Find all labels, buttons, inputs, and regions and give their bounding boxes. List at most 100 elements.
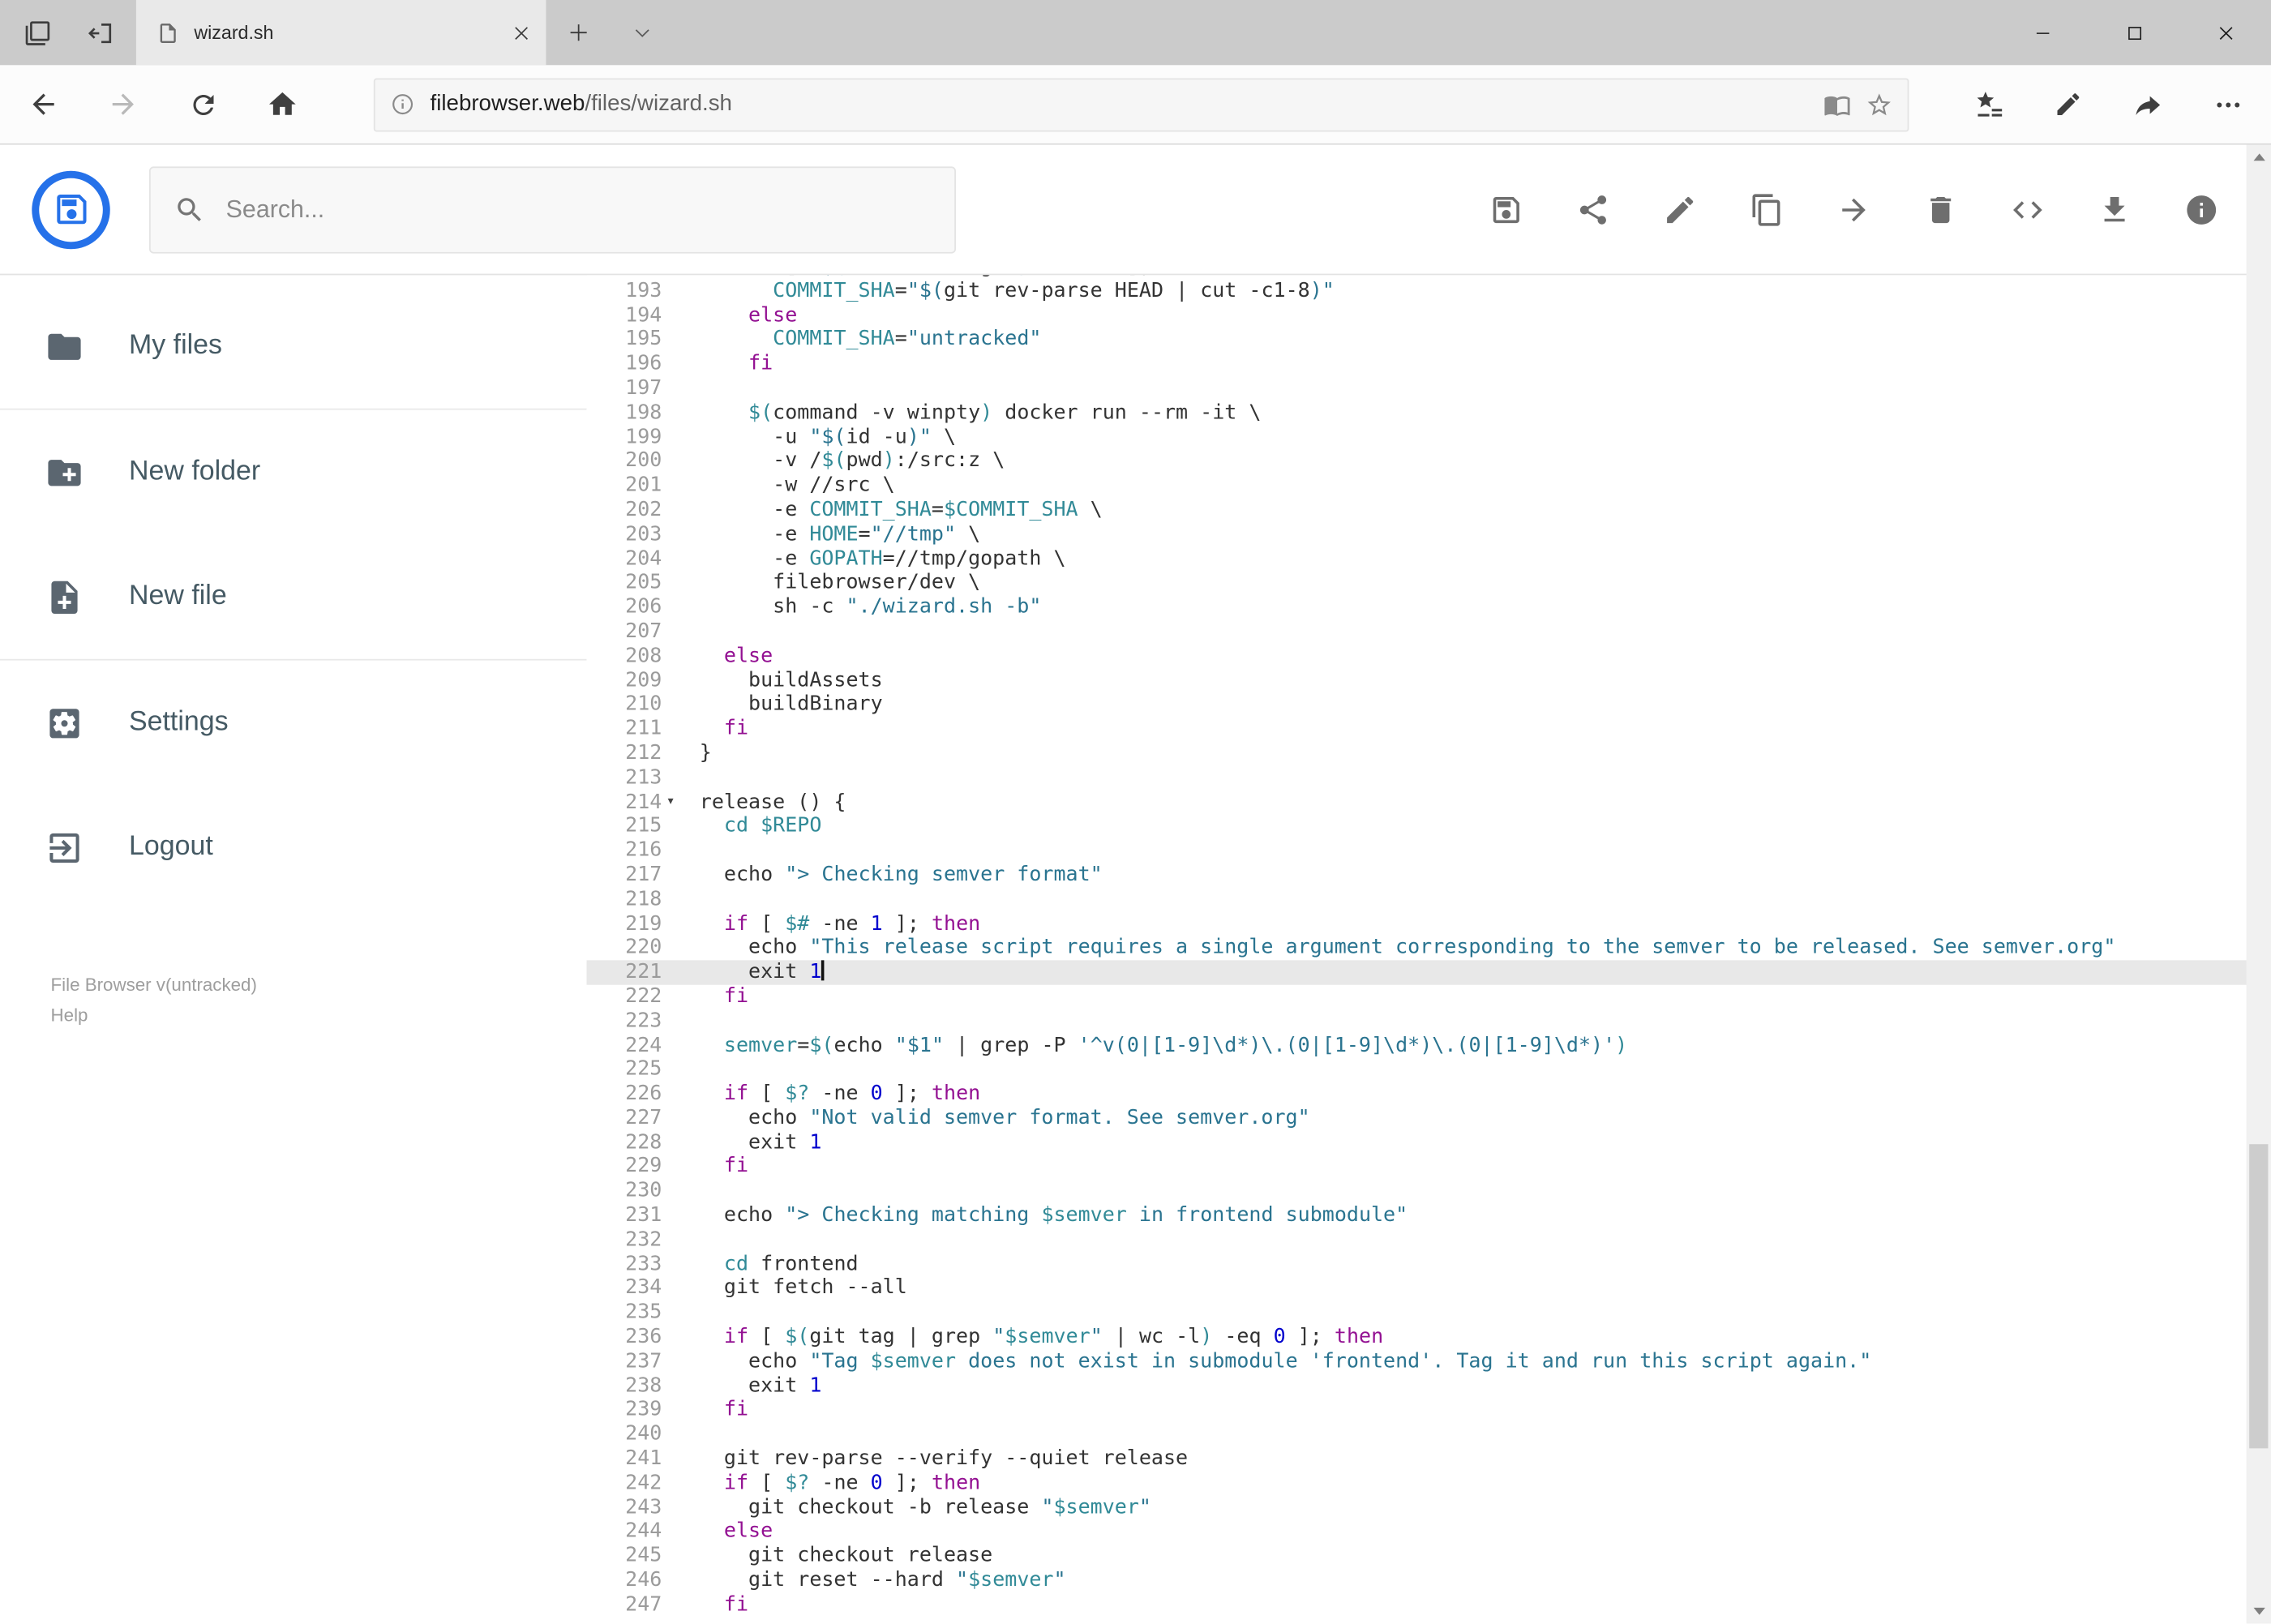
code-line[interactable]: 214 ▾ release () { <box>586 791 2271 815</box>
code-line[interactable]: 247 fi <box>586 1593 2271 1618</box>
help-link[interactable]: Help <box>51 1001 587 1031</box>
favorite-star-icon[interactable] <box>1866 91 1893 118</box>
code-line[interactable]: 234 git fetch --all <box>586 1277 2271 1301</box>
fold-arrow-icon[interactable]: ▾ <box>666 791 675 815</box>
delete-icon[interactable] <box>1908 176 1974 242</box>
code-line[interactable]: 236 if [ $(git tag | grep "$semver" | wc… <box>586 1326 2271 1350</box>
sidebar-item-new-file[interactable]: New file <box>0 534 586 659</box>
copy-icon[interactable] <box>1733 176 1800 242</box>
code-line[interactable]: 198 $(command -v winpty) docker run --rm… <box>586 401 2271 425</box>
code-line[interactable]: 203 -e HOME="//tmp" \ <box>586 522 2271 546</box>
home-icon[interactable] <box>251 72 315 136</box>
more-options-icon[interactable] <box>2196 72 2260 136</box>
code-line[interactable]: 226 if [ $? -ne 0 ]; then <box>586 1082 2271 1107</box>
tab-preview-icon[interactable] <box>6 0 70 65</box>
code-line[interactable]: 217 echo "> Checking semver format" <box>586 863 2271 888</box>
code-line[interactable]: 243 git checkout -b release "$semver" <box>586 1496 2271 1520</box>
code-line[interactable]: 228 exit 1 <box>586 1131 2271 1155</box>
scroll-up-icon[interactable] <box>2247 145 2271 169</box>
code-line[interactable]: 195 COMMIT_SHA="untracked" <box>586 328 2271 352</box>
code-line[interactable]: 232 <box>586 1228 2271 1253</box>
code-line[interactable]: 230 <box>586 1180 2271 1204</box>
scrollbar-thumb[interactable] <box>2249 1144 2269 1449</box>
address-bar[interactable]: filebrowser.web/files/wizard.sh <box>373 77 1909 131</box>
code-line[interactable]: 211 fi <box>586 717 2271 741</box>
code-line[interactable]: 212} <box>586 742 2271 766</box>
vertical-scrollbar[interactable] <box>2246 144 2271 1624</box>
sidebar-item-new-folder[interactable]: New folder <box>0 410 586 535</box>
tab-list-chevron-icon[interactable] <box>610 0 674 65</box>
forward-icon[interactable] <box>92 72 156 136</box>
code-line[interactable]: 202 -e COMMIT_SHA=$COMMIT_SHA \ <box>586 498 2271 522</box>
move-icon[interactable] <box>1820 176 1887 242</box>
url-text[interactable]: filebrowser.web/files/wizard.sh <box>431 92 1810 118</box>
code-line[interactable]: 222 fi <box>586 985 2271 1009</box>
site-info-icon[interactable] <box>390 92 416 118</box>
download-icon[interactable] <box>2081 176 2148 242</box>
search-box[interactable] <box>148 165 956 253</box>
code-line[interactable]: 221 exit 1 <box>586 960 2271 985</box>
code-line[interactable]: 199 -u "$(id -u)" \ <box>586 425 2271 449</box>
scroll-down-icon[interactable] <box>2247 1599 2271 1623</box>
code-line[interactable]: 219 if [ $# -ne 1 ]; then <box>586 912 2271 936</box>
code-line[interactable]: 220 echo "This release script requires a… <box>586 936 2271 961</box>
code-line[interactable]: 196 fi <box>586 352 2271 376</box>
code-line[interactable]: 218 <box>586 888 2271 912</box>
edit-icon[interactable] <box>1647 176 1713 242</box>
maximize-button[interactable] <box>2089 0 2180 65</box>
code-line[interactable]: 201 -w //src \ <box>586 473 2271 498</box>
code-line[interactable]: 227 echo "Not valid semver format. See s… <box>586 1107 2271 1131</box>
reading-view-icon[interactable] <box>1823 91 1851 118</box>
code-line[interactable]: 235 <box>586 1301 2271 1326</box>
code-line[interactable]: 233 cd frontend <box>586 1253 2271 1277</box>
code-line[interactable]: 197 <box>586 376 2271 401</box>
code-line[interactable]: 200 -v /$(pwd):/src:z \ <box>586 449 2271 473</box>
code-editor[interactable]: 192 if [ "$(command -v git)" != "" ]; th… <box>586 275 2271 1622</box>
code-line[interactable]: 231 echo "> Checking matching $semver in… <box>586 1204 2271 1228</box>
code-line[interactable]: 238 exit 1 <box>586 1374 2271 1399</box>
close-button[interactable] <box>2179 0 2271 65</box>
web-note-pen-icon[interactable] <box>2037 72 2101 136</box>
code-line[interactable]: 215 cd $REPO <box>586 815 2271 839</box>
code-line[interactable]: 204 -e GOPATH=//tmp/gopath \ <box>586 546 2271 571</box>
code-line[interactable]: 239 fi <box>586 1399 2271 1423</box>
search-input[interactable] <box>225 195 932 224</box>
sidebar-item-logout[interactable]: Logout <box>0 785 586 910</box>
code-line[interactable]: 223 <box>586 1009 2271 1034</box>
code-line[interactable]: 210 buildBinary <box>586 692 2271 717</box>
code-icon[interactable] <box>1995 176 2061 242</box>
code-line[interactable]: 208 else <box>586 644 2271 668</box>
code-line[interactable]: 242 if [ $? -ne 0 ]; then <box>586 1472 2271 1496</box>
minimize-button[interactable] <box>1997 0 2089 65</box>
new-tab-button[interactable] <box>546 0 610 65</box>
browser-tab[interactable]: wizard.sh <box>135 0 546 66</box>
sidebar-item-my-files[interactable]: My files <box>0 284 586 409</box>
save-icon[interactable] <box>1473 176 1540 242</box>
share-icon[interactable] <box>2116 72 2180 136</box>
app-logo[interactable] <box>32 169 110 249</box>
code-line[interactable]: 224 semver=$(echo "$1" | grep -P '^v(0|[… <box>586 1034 2271 1058</box>
code-line[interactable]: 225 <box>586 1058 2271 1082</box>
set-tabs-aside-icon[interactable] <box>70 0 134 65</box>
code-line[interactable]: 237 echo "Tag $semver does not exist in … <box>586 1350 2271 1374</box>
code-line[interactable]: 213 <box>586 766 2271 791</box>
code-line[interactable]: 245 git checkout release <box>586 1545 2271 1569</box>
code-line[interactable]: 229 fi <box>586 1155 2271 1180</box>
code-line[interactable]: 193 COMMIT_SHA="$(git rev-parse HEAD | c… <box>586 279 2271 303</box>
code-line[interactable]: 216 <box>586 839 2271 863</box>
refresh-icon[interactable] <box>171 72 235 136</box>
share-icon[interactable] <box>1560 176 1626 242</box>
code-line[interactable]: 241 git rev-parse --verify --quiet relea… <box>586 1447 2271 1472</box>
code-line[interactable]: 206 sh -c "./wizard.sh -b" <box>586 595 2271 619</box>
favorites-hub-icon[interactable] <box>1956 72 2020 136</box>
code-line[interactable]: 246 git reset --hard "$semver" <box>586 1569 2271 1593</box>
info-icon[interactable] <box>2168 176 2235 242</box>
code-line[interactable]: 240 <box>586 1423 2271 1447</box>
tab-close-icon[interactable] <box>512 23 532 43</box>
code-line[interactable]: 207 <box>586 619 2271 644</box>
code-line[interactable]: 205 filebrowser/dev \ <box>586 571 2271 595</box>
code-line[interactable]: 244 else <box>586 1520 2271 1545</box>
code-line[interactable]: 194 else <box>586 303 2271 328</box>
code-line[interactable]: 209 buildAssets <box>586 668 2271 692</box>
back-icon[interactable] <box>11 72 75 136</box>
